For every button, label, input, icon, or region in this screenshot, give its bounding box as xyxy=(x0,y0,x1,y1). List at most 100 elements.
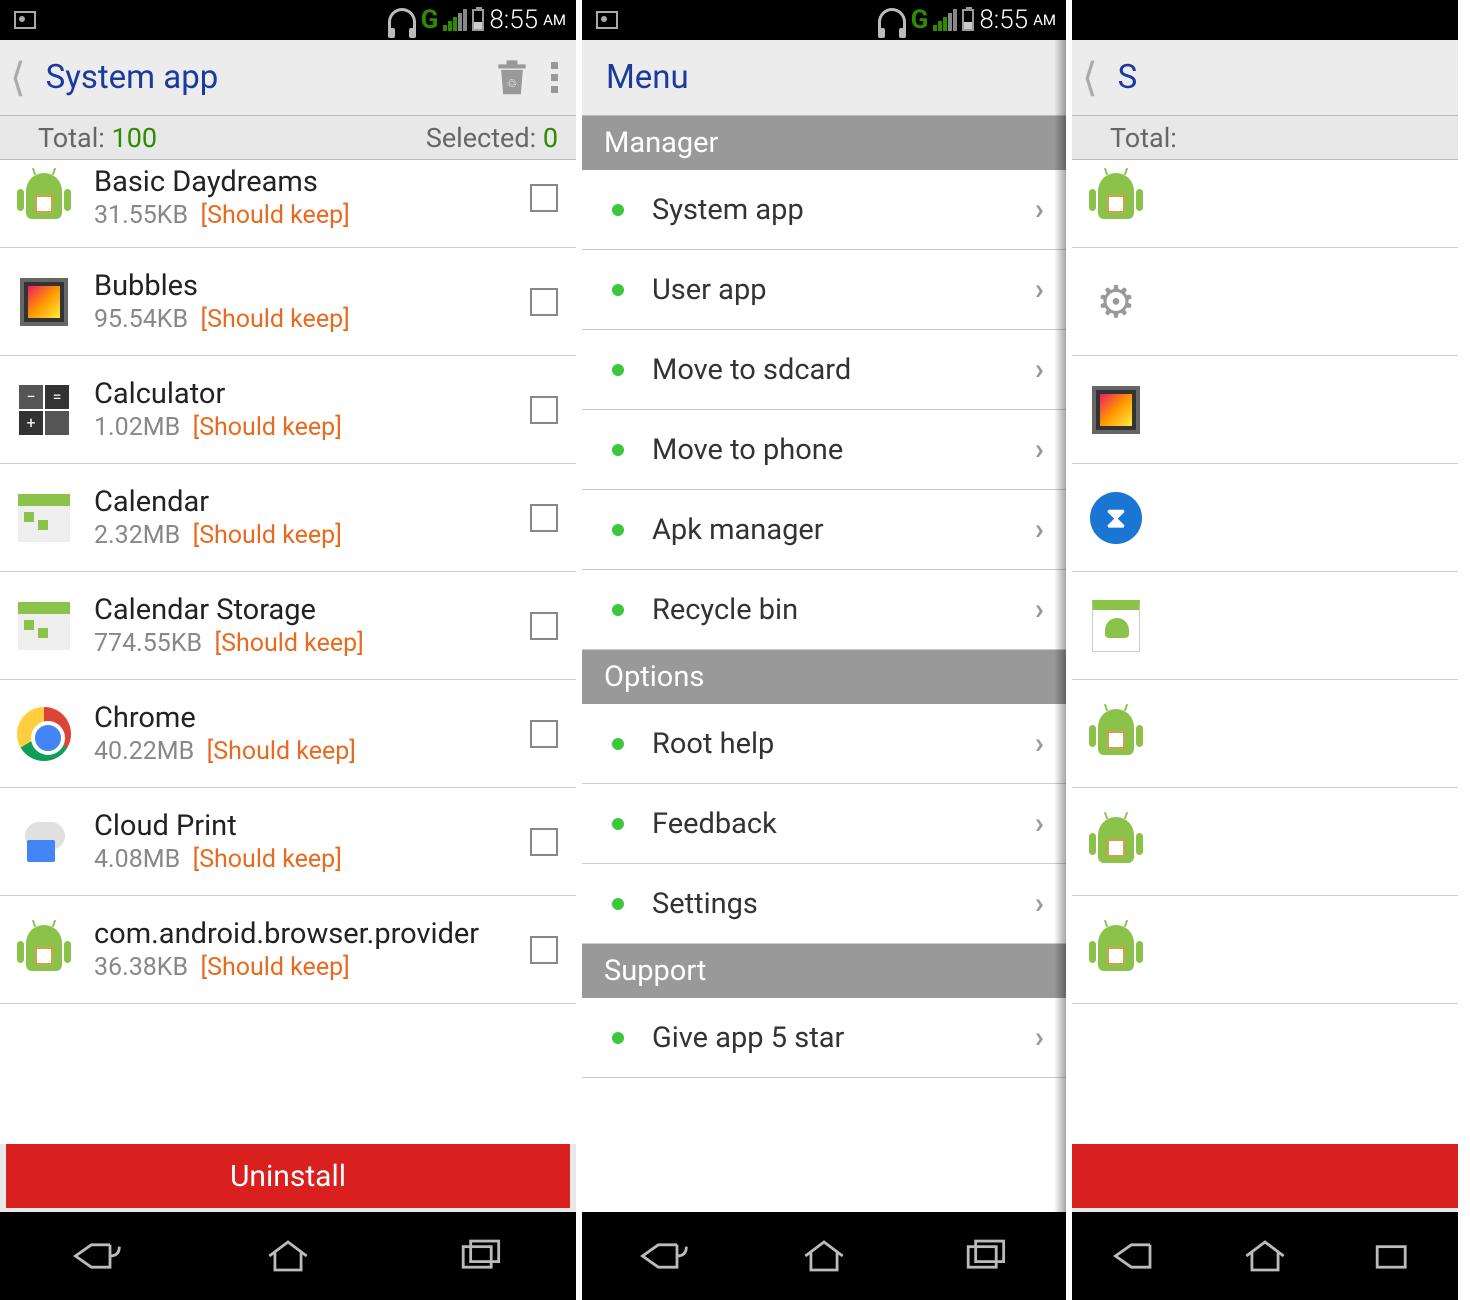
menu-item-label: Apk manager xyxy=(652,513,1035,547)
phone-screen-1: G 8:55 AM ⟨ System app ♲ Total: 100 Sele… xyxy=(0,0,582,1300)
title-bar: ⟨ System app ♲ xyxy=(0,40,576,116)
menu-item[interactable]: Apk manager› xyxy=(582,490,1066,570)
stats-bar: Total: 100 Selected: 0 xyxy=(0,116,576,160)
title-bar: Menu xyxy=(582,40,1066,116)
uninstall-button-partial[interactable] xyxy=(1072,1144,1458,1208)
nav-recent-button[interactable] xyxy=(452,1236,508,1276)
menu-item[interactable]: Settings› xyxy=(582,864,1066,944)
app-row[interactable]: ⚙ xyxy=(1072,248,1458,356)
nav-home-button[interactable] xyxy=(1237,1236,1293,1276)
app-icon xyxy=(1086,920,1146,980)
bullet-icon xyxy=(612,364,624,376)
app-row[interactable] xyxy=(1072,680,1458,788)
nav-home-button[interactable] xyxy=(796,1236,852,1276)
chevron-right-icon: › xyxy=(1035,272,1044,307)
menu-item-label: Settings xyxy=(652,887,1035,921)
trash-icon[interactable]: ♲ xyxy=(495,59,529,97)
menu-item-label: Move to sdcard xyxy=(652,353,1035,387)
app-row[interactable] xyxy=(1072,896,1458,1004)
menu-item[interactable]: Give app 5 star› xyxy=(582,998,1066,1078)
app-row[interactable]: Calendar Storage774.55KB [Should keep] xyxy=(0,572,576,680)
bullet-icon xyxy=(612,818,624,830)
nav-back-button[interactable] xyxy=(635,1236,691,1276)
app-size: 31.55KB xyxy=(94,201,188,230)
chevron-right-icon: › xyxy=(1035,726,1044,761)
nav-recent-button[interactable] xyxy=(1366,1236,1422,1276)
menu-item[interactable]: Move to phone› xyxy=(582,410,1066,490)
back-button[interactable]: ⟨ xyxy=(10,54,26,101)
total-label: Total: xyxy=(1110,122,1177,154)
app-checkbox[interactable] xyxy=(530,936,558,964)
app-tag: [Should keep] xyxy=(200,953,349,982)
clock-time: 8:55 xyxy=(979,5,1028,35)
menu-item[interactable]: Root help› xyxy=(582,704,1066,784)
back-button[interactable]: ⟨ xyxy=(1082,54,1098,101)
title-bar: ⟨ S xyxy=(1072,40,1458,116)
selected-label: Selected: xyxy=(426,122,543,154)
app-row[interactable]: Cloud Print4.08MB [Should keep] xyxy=(0,788,576,896)
app-row[interactable]: Chrome40.22MB [Should keep] xyxy=(0,680,576,788)
app-icon: −=+ xyxy=(14,380,74,440)
app-checkbox[interactable] xyxy=(530,612,558,640)
menu-section-header: Support xyxy=(582,944,1066,998)
menu-section-header: Manager xyxy=(582,116,1066,170)
app-checkbox[interactable] xyxy=(530,184,558,212)
total-value: 100 xyxy=(112,122,158,154)
app-row[interactable]: ⧗ xyxy=(1072,464,1458,572)
menu-section-header: Options xyxy=(582,650,1066,704)
bullet-icon xyxy=(612,284,624,296)
menu-item[interactable]: System app› xyxy=(582,170,1066,250)
picture-icon xyxy=(596,11,618,29)
app-name: Calendar xyxy=(94,485,530,519)
app-row[interactable] xyxy=(1072,788,1458,896)
app-icon xyxy=(1086,168,1146,228)
svg-text:♲: ♲ xyxy=(507,76,518,90)
menu-item[interactable]: Feedback› xyxy=(582,784,1066,864)
nav-recent-button[interactable] xyxy=(957,1236,1013,1276)
nav-bar xyxy=(582,1212,1066,1300)
nav-bar xyxy=(1072,1212,1458,1300)
app-row[interactable] xyxy=(1072,356,1458,464)
overflow-menu-icon[interactable] xyxy=(551,62,558,93)
app-size: 774.55KB xyxy=(94,629,202,658)
app-row[interactable]: −=+Calculator1.02MB [Should keep] xyxy=(0,356,576,464)
menu-list[interactable]: ManagerSystem app›User app›Move to sdcar… xyxy=(582,116,1066,1212)
uninstall-button[interactable]: Uninstall xyxy=(6,1144,570,1208)
app-tag: [Should keep] xyxy=(193,845,342,874)
nav-back-button[interactable] xyxy=(68,1236,124,1276)
app-size: 40.22MB xyxy=(94,737,194,766)
app-row[interactable]: Basic Daydreams31.55KB [Should keep] xyxy=(0,160,576,248)
app-row[interactable] xyxy=(1072,572,1458,680)
app-checkbox[interactable] xyxy=(530,504,558,532)
chevron-right-icon: › xyxy=(1035,1020,1044,1055)
network-type: G xyxy=(421,5,439,35)
app-row[interactable] xyxy=(1072,160,1458,248)
app-checkbox[interactable] xyxy=(530,828,558,856)
nav-back-button[interactable] xyxy=(1108,1236,1164,1276)
app-row[interactable]: Calendar2.32MB [Should keep] xyxy=(0,464,576,572)
menu-item[interactable]: User app› xyxy=(582,250,1066,330)
app-row[interactable]: com.android.browser.provider36.38KB [Sho… xyxy=(0,896,576,1004)
app-tag: [Should keep] xyxy=(200,305,349,334)
app-size: 1.02MB xyxy=(94,413,180,442)
chevron-right-icon: › xyxy=(1035,806,1044,841)
app-checkbox[interactable] xyxy=(530,288,558,316)
app-checkbox[interactable] xyxy=(530,396,558,424)
app-list[interactable]: ⚙⧗ xyxy=(1072,160,1458,1144)
app-row[interactable]: Bubbles95.54KB [Should keep] xyxy=(0,248,576,356)
status-bar xyxy=(1072,0,1458,40)
app-name: Calendar Storage xyxy=(94,593,530,627)
selected-value: 0 xyxy=(543,122,558,154)
app-list[interactable]: Basic Daydreams31.55KB [Should keep]Bubb… xyxy=(0,160,576,1144)
app-size: 2.32MB xyxy=(94,521,180,550)
clock-ampm: AM xyxy=(1033,11,1056,29)
menu-item[interactable]: Move to sdcard› xyxy=(582,330,1066,410)
nav-home-button[interactable] xyxy=(260,1236,316,1276)
app-icon xyxy=(14,488,74,548)
picture-icon xyxy=(14,11,36,29)
chevron-right-icon: › xyxy=(1035,512,1044,547)
headphone-icon xyxy=(388,8,416,32)
phone-screen-2: G 8:55 AM Menu ManagerSystem app›User ap… xyxy=(582,0,1072,1300)
menu-item[interactable]: Recycle bin› xyxy=(582,570,1066,650)
app-checkbox[interactable] xyxy=(530,720,558,748)
